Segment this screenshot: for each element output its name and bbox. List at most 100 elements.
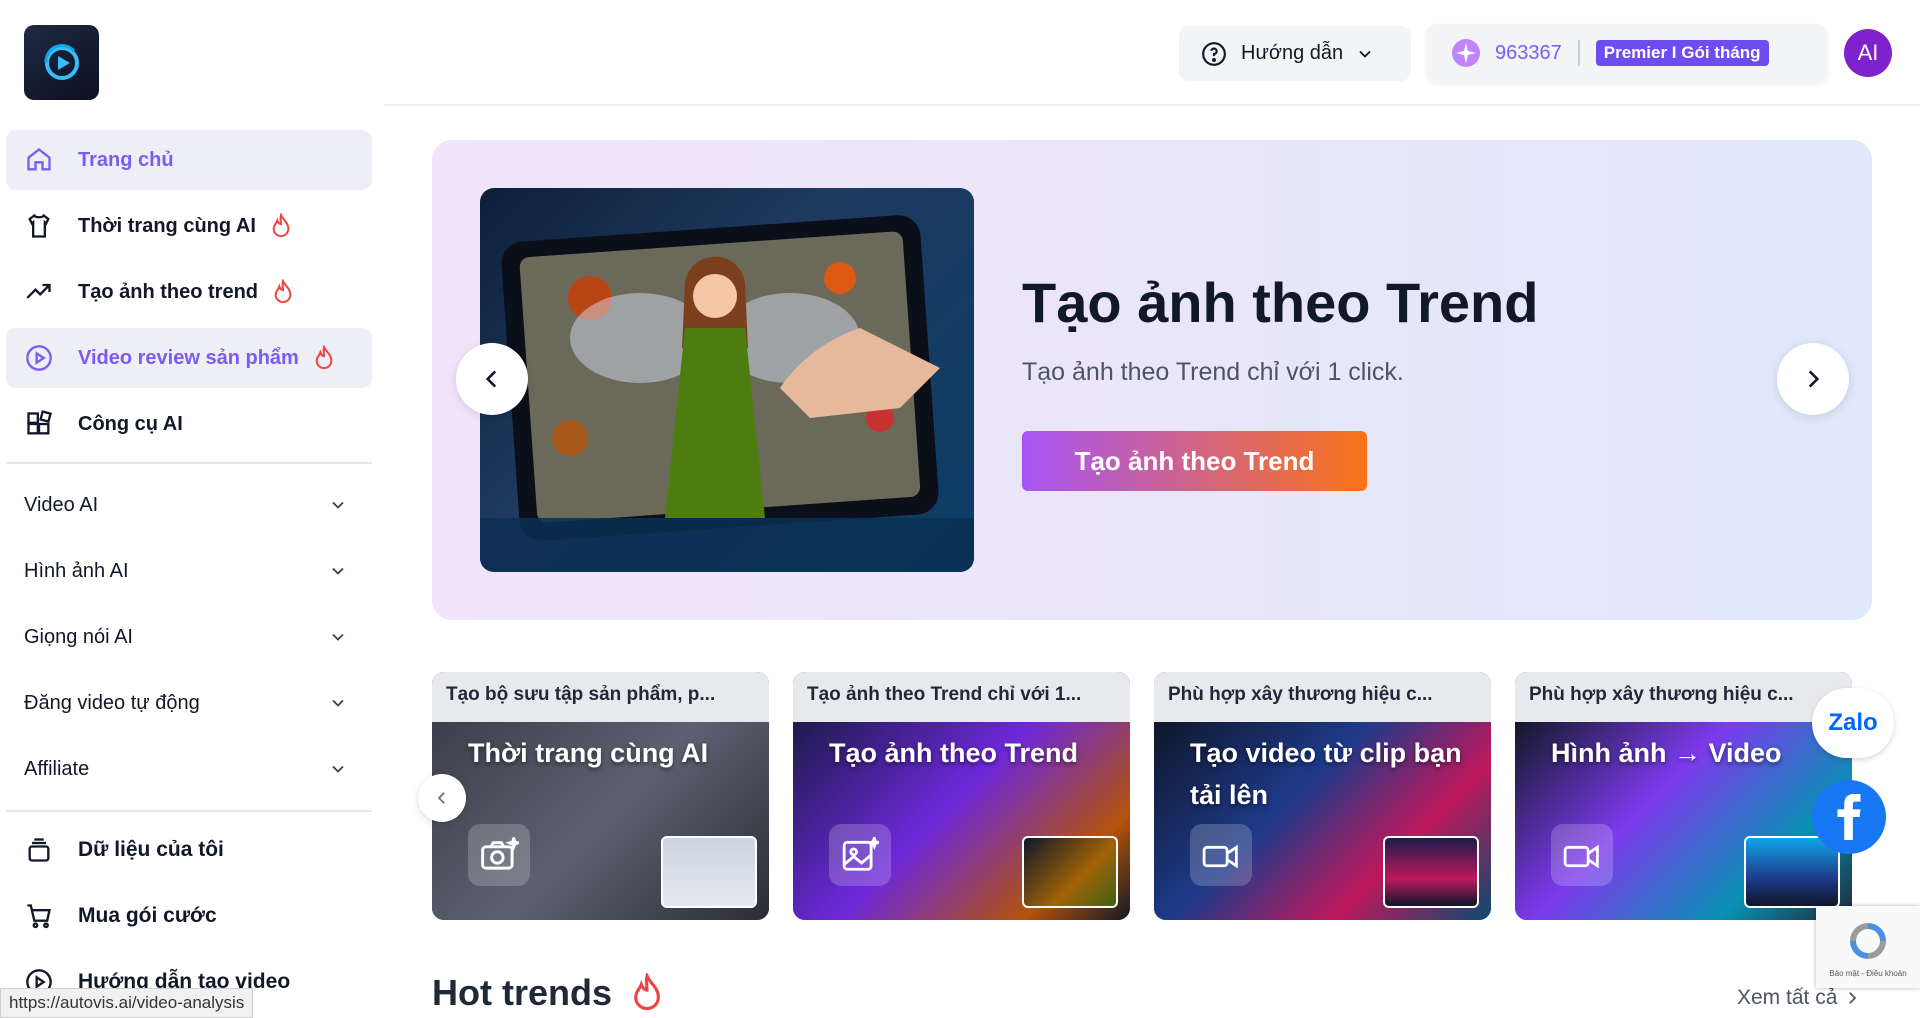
top-header: Hướng dẫn 963367 Premier I Gói tháng AI [384, 0, 1920, 106]
chevron-down-icon [332, 567, 344, 575]
hero-banner: Tạo ảnh theo Trend Tạo ảnh theo Trend ch… [432, 140, 1872, 620]
sidebar-group-image-ai[interactable]: Hình ảnh AI [6, 538, 372, 604]
card-caption: Phù hợp xây thương hiệu c... [1515, 672, 1852, 722]
hero-title: Tạo ảnh theo Trend [1022, 271, 1539, 334]
card-title: Hình ảnh → Video [1551, 738, 1782, 768]
chevron-down-icon [332, 765, 344, 773]
hero-subtitle: Tạo ảnh theo Trend chỉ với 1 click. [1022, 358, 1404, 386]
card-caption: Tạo ảnh theo Trend chỉ với 1... [793, 672, 1130, 722]
tools-icon [24, 409, 54, 439]
video-icon [1190, 824, 1252, 886]
facebook-icon [1837, 794, 1861, 840]
chevron-down-icon [1359, 50, 1371, 58]
card-caption: Tạo bộ sưu tập sản phẩm, p... [432, 672, 769, 722]
chevron-down-icon [332, 699, 344, 707]
sidebar-group-video-ai[interactable]: Video AI [6, 472, 372, 538]
group-label: Giọng nói AI [24, 625, 133, 648]
app-logo[interactable] [24, 25, 99, 100]
sidebar-item-label: Thời trang cùng AI [78, 214, 256, 237]
cards-prev-button[interactable] [418, 774, 466, 822]
play-circle-icon [24, 343, 54, 373]
feature-card-trend-image[interactable]: Tạo ảnh theo Trend chỉ với 1... Tạo ảnh … [793, 672, 1130, 920]
feature-card-clip-video[interactable]: Phù hợp xây thương hiệu c... Tạo video t… [1154, 672, 1491, 920]
card-thumbnail [1744, 836, 1840, 908]
sparkle-credit-icon [1452, 39, 1480, 67]
sidebar-divider [6, 810, 372, 812]
section-title: Hot trends [432, 972, 612, 1013]
avatar[interactable]: AI [1844, 29, 1892, 77]
hero-image [480, 188, 974, 572]
home-icon [24, 145, 54, 175]
feature-card-image-to-video[interactable]: Phù hợp xây thương hiệu c... Hình ảnh → … [1515, 672, 1852, 920]
recaptcha-icon [1850, 922, 1886, 959]
sidebar-item-label: Mua gói cước [78, 904, 217, 927]
chevron-left-icon [437, 792, 445, 804]
sidebar-group-auto-post[interactable]: Đăng video tự động [6, 670, 372, 736]
group-label: Video AI [24, 493, 99, 516]
video-icon [1551, 824, 1613, 886]
card-thumbnail [661, 836, 757, 908]
sidebar-divider [6, 462, 372, 464]
sidebar-group-voice-ai[interactable]: Giọng nói AI [6, 604, 372, 670]
sidebar-nav: Trang chủ Thời trang cùng AI Tạo ảnh the… [6, 130, 372, 1018]
group-label: Đăng video tự động [24, 691, 200, 714]
guide-label: Hướng dẫn [1241, 42, 1344, 64]
sidebar-item-label: Tạo ảnh theo trend [78, 280, 258, 303]
card-thumbnail [1022, 836, 1118, 908]
fire-icon [313, 345, 335, 371]
facebook-button[interactable] [1812, 780, 1886, 854]
camera-sparkle-icon [468, 824, 530, 886]
cart-icon [24, 901, 54, 931]
sidebar-item-buy-plan[interactable]: Mua gói cước [6, 886, 372, 946]
card-thumbnail [1383, 836, 1479, 908]
sidebar-item-home[interactable]: Trang chủ [6, 130, 372, 190]
sidebar-item-fashion-ai[interactable]: Thời trang cùng AI [6, 196, 372, 256]
zalo-chat-button[interactable]: Zalo [1812, 688, 1894, 758]
sidebar-item-label: Video review sản phẩm [78, 346, 299, 369]
sidebar-item-label: Dữ liệu của tôi [78, 838, 224, 861]
hot-trends-header: Hot trends [432, 972, 664, 1014]
plan-badge[interactable]: Premier I Gói tháng [1595, 40, 1769, 66]
group-label: Affiliate [24, 757, 90, 780]
separator [1577, 40, 1580, 66]
sidebar-item-video-review[interactable]: Video review sản phẩm [6, 328, 372, 388]
sidebar-item-ai-tools[interactable]: Công cụ AI [6, 394, 372, 454]
fire-icon [270, 213, 292, 239]
chevron-down-icon [332, 633, 344, 641]
sidebar: Trang chủ Thời trang cùng AI Tạo ảnh the… [0, 0, 384, 1018]
fire-icon [272, 279, 294, 305]
chevron-right-icon [1849, 992, 1857, 1004]
hero-prev-button[interactable] [456, 343, 528, 415]
card-title: Thời trang cùng AI [468, 738, 709, 768]
sidebar-item-label: Trang chủ [78, 148, 174, 171]
sidebar-group-affiliate[interactable]: Affiliate [6, 736, 372, 802]
recaptcha-badge[interactable]: Bảo mật - Điều khoản [1816, 906, 1920, 988]
hero-next-button[interactable] [1777, 343, 1849, 415]
chevron-left-icon [485, 370, 497, 388]
fire-icon [634, 973, 660, 1011]
hero-cta-button[interactable]: Tạo ảnh theo Trend [1022, 431, 1367, 491]
trend-icon [24, 277, 54, 307]
feature-cards: Tạo bộ sưu tập sản phẩm, p... Thời trang… [432, 672, 1852, 922]
app-root: Trang chủ Thời trang cùng AI Tạo ảnh the… [0, 0, 1920, 1018]
sidebar-item-my-data[interactable]: Dữ liệu của tôi [6, 820, 372, 880]
card-caption: Phù hợp xây thương hiệu c... [1154, 672, 1491, 722]
status-bar-url: https://autovis.ai/video-analysis [0, 988, 254, 1018]
logo-icon [43, 43, 79, 80]
feature-card-fashion[interactable]: Tạo bộ sưu tập sản phẩm, p... Thời trang… [432, 672, 769, 920]
shirt-icon [24, 211, 54, 241]
see-all-label: Xem tất cả [1737, 986, 1838, 1009]
card-title: Tạo video từ clip bạn tải lên [1190, 738, 1462, 810]
chevron-right-icon [1808, 370, 1820, 388]
layers-icon [24, 835, 54, 865]
sidebar-item-trend-image[interactable]: Tạo ảnh theo trend [6, 262, 372, 322]
guide-dropdown[interactable]: Hướng dẫn [1179, 26, 1411, 81]
card-title: Tạo ảnh theo Trend [829, 738, 1079, 768]
credit-count: 963367 [1495, 41, 1562, 64]
recaptcha-label: Bảo mật - Điều khoản [1829, 968, 1907, 978]
see-all-link[interactable]: Xem tất cả [1737, 986, 1861, 1010]
sidebar-item-label: Công cụ AI [78, 412, 183, 435]
chevron-down-icon [332, 501, 344, 509]
credit-balance: 963367 Premier I Gói tháng [1427, 24, 1827, 82]
image-sparkle-icon [829, 824, 891, 886]
